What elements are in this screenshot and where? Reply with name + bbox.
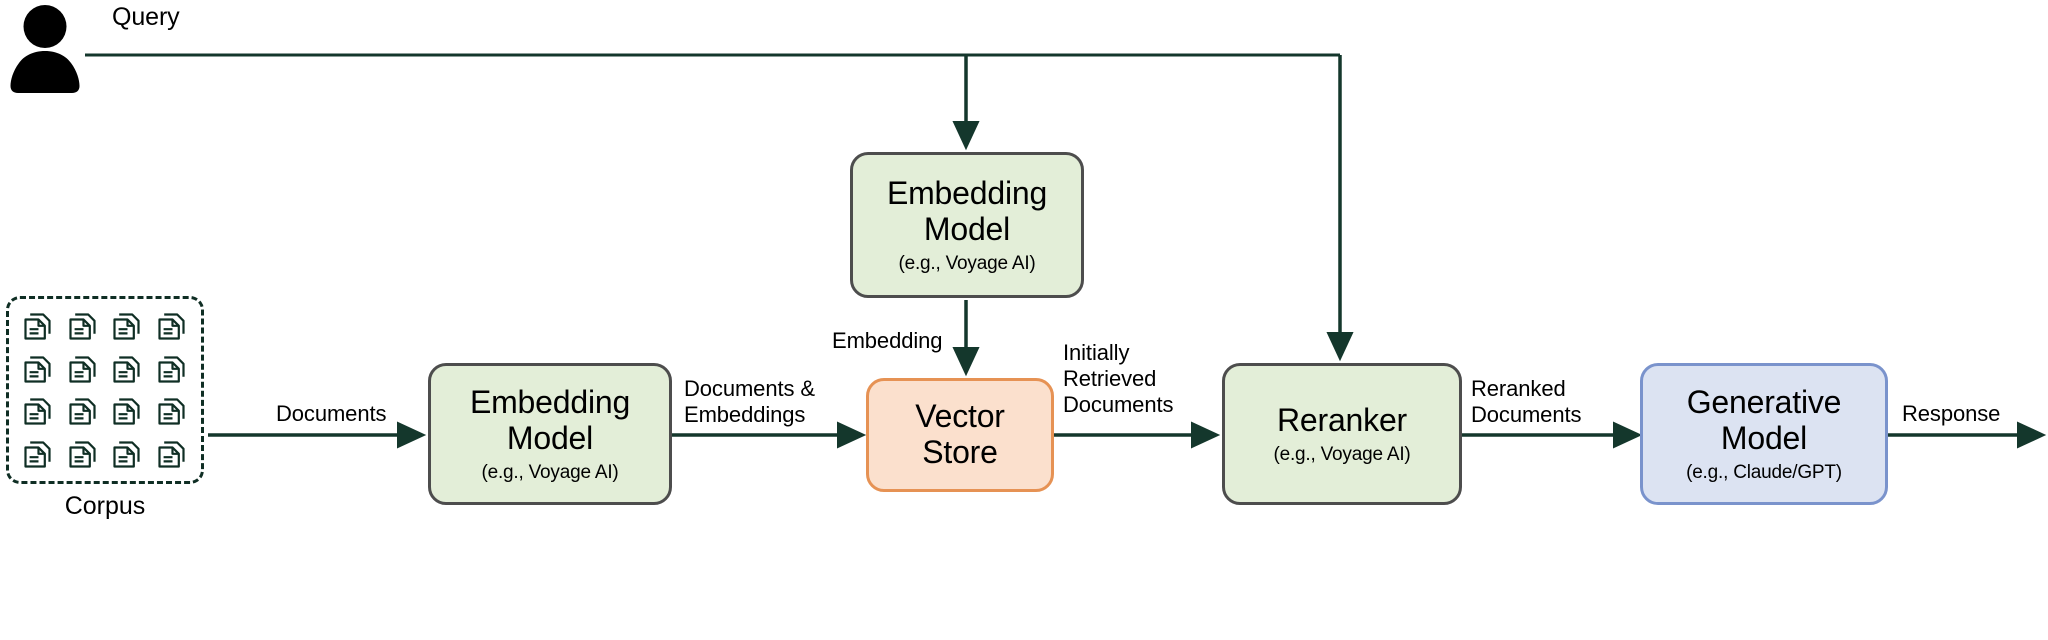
document-stack-icon [69,398,96,425]
document-stack-icon [24,398,51,425]
node-title: Reranker [1276,401,1407,438]
edge-label-reranked-documents: Reranked Documents [1471,376,1582,427]
node-title: Vector [915,398,1005,435]
edge-label-documents-and-embeddings: Documents & Embeddings [684,376,815,427]
document-stack-icon [69,441,96,468]
document-stack-icon [24,441,51,468]
node-title-line2: Model [1720,419,1808,456]
edge-label-embedding: Embedding [832,328,943,353]
node-subtitle: (e.g., Voyage AI) [481,461,619,483]
document-stack-icon [24,313,51,340]
node-title-line2: Store [922,434,998,470]
node-subtitle: (e.g., Voyage AI) [1273,443,1411,465]
corpus-document-grid [16,305,194,475]
edge-label-documents: Documents [276,401,387,426]
diagram-canvas: Query Corpus Embedding Model (e.g., Voya… [0,0,2048,640]
corpus-label: Corpus [64,492,146,520]
node-vector-store[interactable]: Vector Store [866,378,1054,492]
document-stack-icon [158,313,185,340]
document-stack-icon [69,356,96,383]
node-title: Embedding [886,175,1048,212]
person-icon [10,5,80,93]
document-stack-icon [113,398,140,425]
document-stack-icon [113,441,140,468]
node-subtitle: (e.g., Voyage AI) [898,252,1036,274]
document-stack-icon [24,356,51,383]
corpus-group [6,296,204,484]
document-stack-icon [158,356,185,383]
edge-label-initially-retrieved-documents: Initially Retrieved Documents [1063,340,1174,417]
document-stack-icon [113,313,140,340]
node-title: Embedding [469,384,631,421]
node-title-line2: Model [923,210,1011,247]
document-stack-icon [158,398,185,425]
node-embedding-model-docs[interactable]: Embedding Model (e.g., Voyage AI) [428,363,672,505]
node-reranker[interactable]: Reranker (e.g., Voyage AI) [1222,363,1462,505]
document-stack-icon [158,441,185,468]
edge-label-response: Response [1902,401,2001,426]
document-stack-icon [113,356,140,383]
edge-label-query: Query [112,3,180,31]
node-generative-model[interactable]: Generative Model (e.g., Claude/GPT) [1640,363,1888,505]
document-stack-icon [69,313,96,340]
node-title-line2: Model [506,419,594,456]
node-subtitle: (e.g., Claude/GPT) [1686,461,1842,483]
connector-layer [85,53,2047,449]
node-title: Generative [1686,384,1842,421]
node-embedding-model-query[interactable]: Embedding Model (e.g., Voyage AI) [850,152,1084,298]
